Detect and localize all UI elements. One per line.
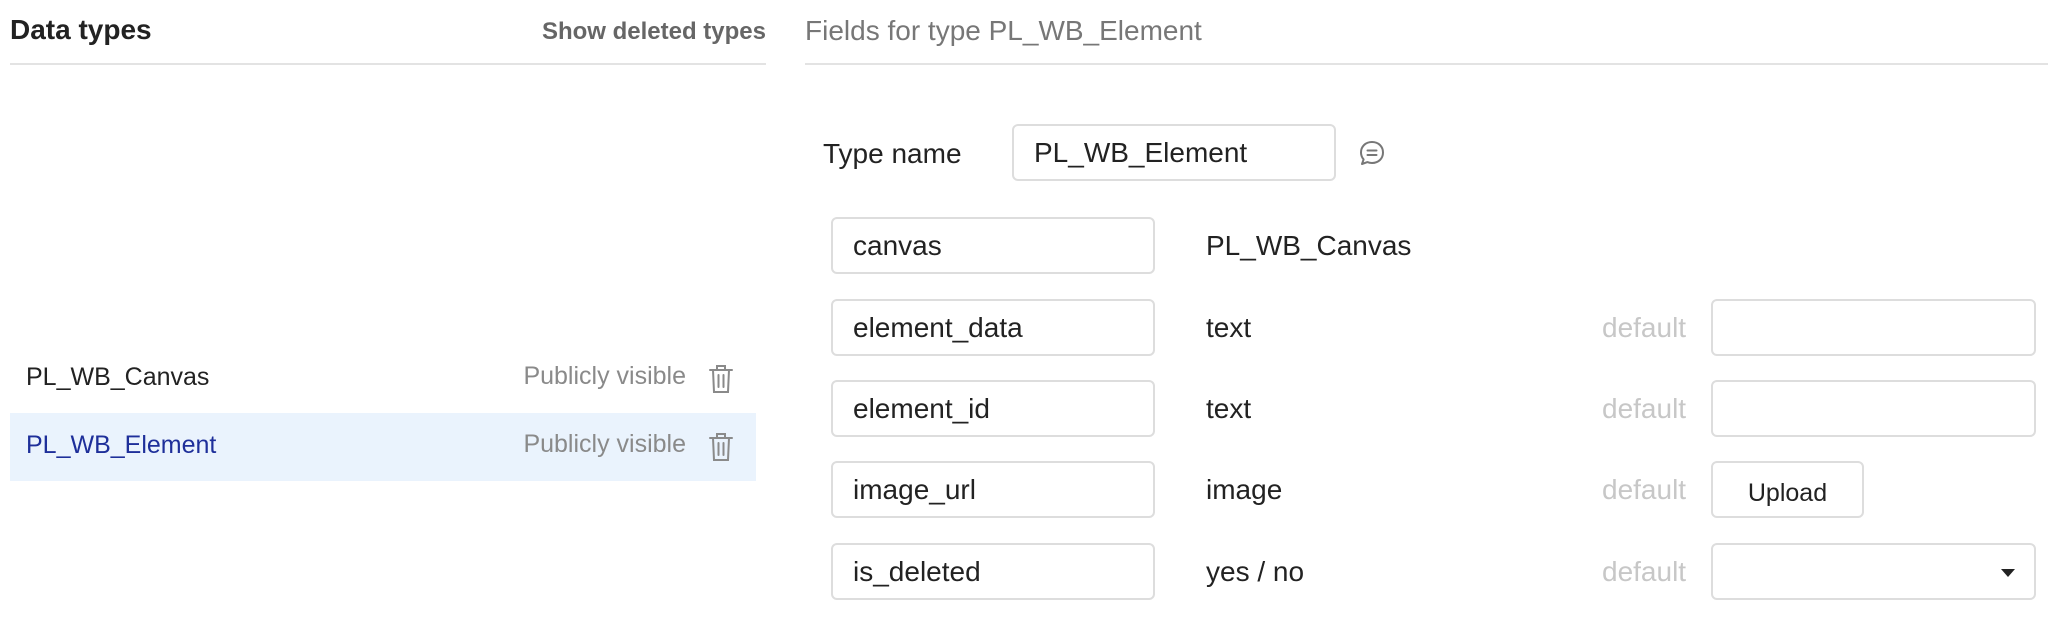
field-row-element-data: text default bbox=[831, 299, 2048, 357]
field-type: image bbox=[1206, 474, 1283, 505]
trash-icon[interactable] bbox=[708, 363, 734, 395]
default-label: default bbox=[1602, 556, 1687, 587]
caret-down-icon bbox=[2001, 569, 2015, 577]
data-types-title: Data types bbox=[10, 14, 152, 45]
field-type: PL_WB_Canvas bbox=[1206, 230, 1412, 261]
fields-panel: Fields for type PL_WB_Element Type name … bbox=[805, 0, 2048, 618]
fields-header: Fields for type PL_WB_Element bbox=[805, 0, 2048, 65]
field-name-input[interactable] bbox=[831, 543, 1155, 600]
type-name: PL_WB_Canvas bbox=[26, 363, 210, 391]
type-visibility: Publicly visible bbox=[523, 362, 686, 390]
default-label: default bbox=[1602, 474, 1687, 505]
trash-icon[interactable] bbox=[708, 431, 734, 463]
field-type: text bbox=[1206, 393, 1252, 424]
field-type: yes / no bbox=[1206, 556, 1305, 587]
field-name-input[interactable] bbox=[831, 380, 1155, 437]
field-row-is-deleted: yes / no default bbox=[831, 543, 2048, 601]
type-visibility: Publicly visible bbox=[523, 430, 686, 458]
type-name: PL_WB_Element bbox=[26, 431, 217, 459]
default-value-input[interactable] bbox=[1711, 380, 2036, 437]
fields-title: Fields for type PL_WB_Element bbox=[805, 15, 1202, 46]
field-row-image-url: image default Upload bbox=[831, 461, 2048, 519]
field-type: text bbox=[1206, 312, 1252, 343]
type-row-pl-wb-element[interactable]: PL_WB_Element Publicly visible bbox=[10, 413, 756, 481]
type-row-pl-wb-canvas[interactable]: PL_WB_Canvas Publicly visible bbox=[10, 345, 756, 413]
type-list: PL_WB_Canvas Publicly visible PL_WB_Elem… bbox=[10, 345, 756, 481]
default-label: default bbox=[1602, 393, 1687, 424]
default-value-select[interactable] bbox=[1711, 543, 2036, 600]
data-types-panel: Data types Show deleted types PL_WB_Canv… bbox=[10, 0, 766, 618]
default-value-input[interactable] bbox=[1711, 299, 2036, 356]
field-row-canvas: PL_WB_Canvas bbox=[831, 217, 2048, 275]
field-name-input[interactable] bbox=[831, 217, 1155, 274]
type-name-input[interactable] bbox=[1012, 124, 1336, 181]
field-name-input[interactable] bbox=[831, 299, 1155, 356]
field-name-input[interactable] bbox=[831, 461, 1155, 518]
field-row-element-id: text default bbox=[831, 380, 2048, 438]
data-types-header: Data types Show deleted types bbox=[10, 0, 766, 65]
type-name-label: Type name bbox=[823, 138, 962, 169]
upload-button[interactable]: Upload bbox=[1711, 461, 1864, 518]
comment-icon[interactable] bbox=[1359, 140, 1385, 166]
show-deleted-types-link[interactable]: Show deleted types bbox=[542, 18, 766, 46]
default-label: default bbox=[1602, 312, 1687, 343]
